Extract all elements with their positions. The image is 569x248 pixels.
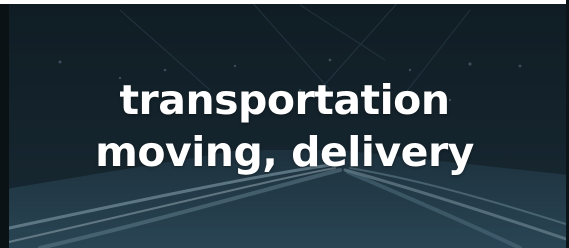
headline-line-2: moving, delivery [95, 128, 474, 176]
hero-banner: transportation moving, delivery [0, 0, 569, 248]
banner-headline: transportation moving, delivery [0, 74, 569, 178]
headline-line-1: transportation [119, 76, 450, 124]
top-edge [0, 0, 569, 4]
